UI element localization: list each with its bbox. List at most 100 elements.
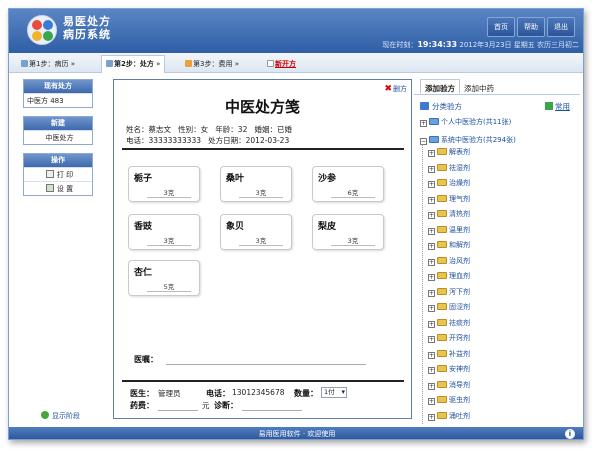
tree-personal-formulas[interactable]: + 个人中医验方(共11张): [420, 117, 511, 127]
left-sidebar: 现有处方 中医方 483 新建 中医处方 操作 打 印 设 置: [23, 79, 93, 204]
delete-label: 删方: [393, 85, 407, 93]
expand-plus-icon: +: [428, 320, 435, 328]
folder-icon: [437, 334, 447, 341]
new-prescription-label: 新开方: [275, 60, 296, 68]
footer-text: 易用医用软件 · 欢迎使用: [258, 430, 336, 438]
herb-card[interactable]: 象贝 3克: [220, 214, 292, 250]
herb-dose: 3克: [147, 235, 191, 246]
advice-label: 医嘱：: [134, 355, 158, 364]
tab-step1-record[interactable]: 第1步：病历 »: [17, 56, 79, 71]
folder-icon: [437, 179, 447, 186]
herb-name: 杏仁: [134, 268, 153, 278]
tab-add-formula[interactable]: 添加验方: [420, 79, 460, 94]
show-stage-label: 显示阶段: [52, 412, 80, 420]
new-tcm-prescription-button[interactable]: 中医处方: [24, 130, 92, 144]
tree-category-label: 涌吐剂: [449, 411, 470, 420]
folder-icon: [437, 210, 447, 217]
tree-category-item[interactable]: + 祛湿剂: [428, 163, 470, 173]
tree-category-item[interactable]: + 温里剂: [428, 225, 470, 235]
info-icon[interactable]: i: [565, 429, 575, 439]
tree-system-label: 系统中医验方(共294张): [441, 136, 516, 144]
nav-exit-button[interactable]: 退出: [547, 17, 575, 37]
tab-step3-label: 第3步：费用: [193, 60, 233, 68]
tab-add-herb[interactable]: 添加中药: [460, 80, 498, 95]
tree-category-item[interactable]: + 理气剂: [428, 194, 470, 204]
step-bar: 第1步：病历 » 第2步：处方 » 第3步：费用 » 新开方: [9, 53, 583, 73]
diagnosis-field[interactable]: [242, 410, 302, 411]
herb-name: 象贝: [226, 222, 245, 232]
tree-category-label: 祛湿剂: [449, 163, 470, 172]
expand-plus-icon: +: [428, 351, 435, 359]
delete-x-icon: ✖: [384, 84, 392, 94]
tree-category-item[interactable]: + 驱虫剂: [428, 395, 470, 405]
app-header: 易医处方 病历系统 首页 帮助 退出 现在时刻：19:34:33 2012年3月…: [9, 9, 583, 53]
herb-card[interactable]: 香豉 3克: [128, 214, 200, 250]
tab-step3-fee[interactable]: 第3步：费用 »: [181, 56, 243, 71]
quantity-select[interactable]: 1付: [321, 387, 347, 398]
tree-category-label: 理气剂: [449, 194, 470, 203]
new-prescription-link[interactable]: 新开方: [263, 56, 300, 71]
tree-category-item[interactable]: + 开窍剂: [428, 333, 470, 343]
fee-unit: 元: [202, 401, 210, 410]
app-footer: 易用医用软件 · 欢迎使用 i: [9, 427, 583, 439]
herb-name: 沙参: [318, 174, 337, 184]
tree-category-label: 温里剂: [449, 225, 470, 234]
herb-card[interactable]: 栀子 3克: [128, 166, 200, 202]
expand-plus-icon: +: [428, 196, 435, 204]
herb-card[interactable]: 杏仁 5克: [128, 260, 200, 296]
patient-info-line1: 姓名：蔡志文 性别：女 年龄：32 婚姻：已婚: [126, 125, 292, 134]
tree-category-item[interactable]: + 补益剂: [428, 349, 470, 359]
tree-system-formulas[interactable]: − 系统中医验方(共294张): [420, 135, 516, 145]
tree-category-label: 祛痰剂: [449, 318, 470, 327]
settings-button[interactable]: 设 置: [24, 181, 92, 195]
delete-prescription-button[interactable]: ✖删方: [384, 84, 407, 94]
tree-category-item[interactable]: + 消导剂: [428, 380, 470, 390]
tab-step2-prescription[interactable]: 第2步：处方 »: [101, 55, 166, 73]
expand-plus-icon: +: [428, 227, 435, 235]
fee-label: 药费：: [130, 401, 154, 410]
phone-value: 13012345678: [232, 388, 285, 397]
prescription-sheet: ✖删方 中医处方笺 姓名：蔡志文 性别：女 年龄：32 婚姻：已婚 电话：333…: [113, 79, 412, 419]
herb-card[interactable]: 沙参 6克: [312, 166, 384, 202]
nav-help-button[interactable]: 帮助: [517, 17, 545, 37]
show-stage-link[interactable]: 显示阶段: [41, 411, 80, 421]
tree-category-item[interactable]: + 安神剂: [428, 364, 470, 374]
tree-category-item[interactable]: + 清热剂: [428, 209, 470, 219]
herb-card[interactable]: 梨皮 3克: [312, 214, 384, 250]
tree-category-item[interactable]: + 固涩剂: [428, 302, 470, 312]
footer-divider: [122, 380, 404, 382]
doctor-value: 管理员: [158, 389, 181, 398]
tree-category-item[interactable]: + 祛痰剂: [428, 318, 470, 328]
new-box: 新建 中医处方: [23, 116, 93, 145]
existing-prescription-item[interactable]: 中医方 483: [24, 93, 92, 107]
folder-icon: [429, 118, 439, 125]
expand-plus-icon: +: [428, 258, 435, 266]
folder-icon: [437, 256, 447, 264]
tree-category-label: 补益剂: [449, 349, 470, 358]
tree-category-item[interactable]: + 和解剂: [428, 240, 470, 250]
herb-dose: 5克: [147, 281, 191, 292]
fee-field[interactable]: [158, 410, 198, 411]
tree-category-item[interactable]: + 泻下剂: [428, 287, 470, 297]
tree-category-item[interactable]: + 涌吐剂: [428, 411, 470, 421]
expand-plus-icon: +: [420, 120, 427, 127]
print-button[interactable]: 打 印: [24, 167, 92, 181]
common-icon: [545, 102, 553, 110]
herb-dose: 3克: [239, 235, 283, 246]
expand-plus-icon: +: [428, 398, 435, 405]
nav-home-button[interactable]: 首页: [487, 17, 515, 37]
advice-field[interactable]: [166, 364, 366, 365]
expand-plus-icon: +: [428, 336, 435, 343]
printer-icon: [45, 170, 54, 178]
folder-icon: [437, 287, 447, 295]
expand-plus-icon: +: [428, 289, 435, 297]
tree-category-item[interactable]: + 治燥剂: [428, 178, 470, 188]
tree-category-item[interactable]: + 解表剂: [428, 147, 470, 157]
settings-label: 设 置: [56, 185, 74, 193]
right-panel: 添加验方 添加中药 分类验方 常用 + 个人中医验方(共11张) − 系统中医验方(共…: [414, 79, 580, 424]
tree-category-label: 治风剂: [449, 256, 470, 265]
tree-category-item[interactable]: + 治风剂: [428, 256, 470, 266]
herb-card[interactable]: 桑叶 3克: [220, 166, 292, 202]
tree-category-item[interactable]: + 理血剂: [428, 271, 470, 281]
common-formulas-link[interactable]: 常用: [545, 101, 570, 112]
